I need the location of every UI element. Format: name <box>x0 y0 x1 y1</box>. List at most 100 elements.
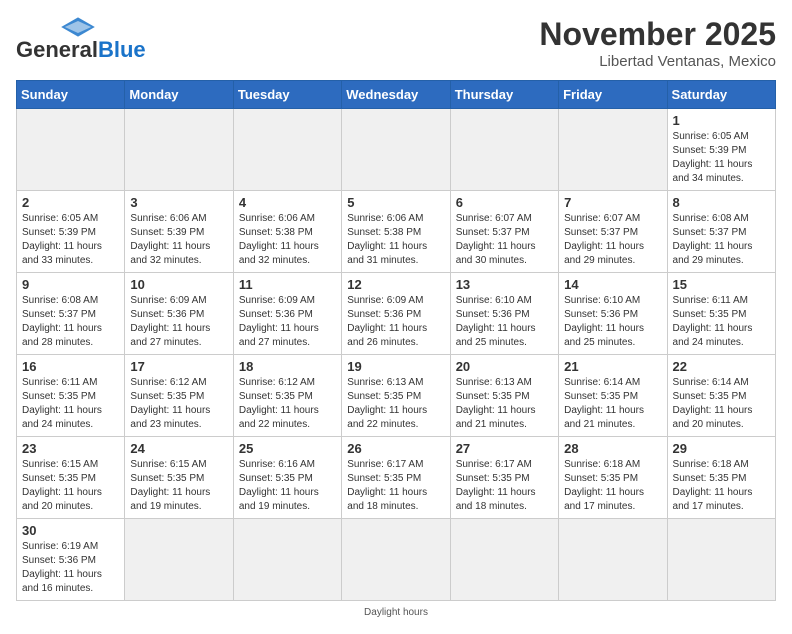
day-info: Sunrise: 6:12 AM Sunset: 5:35 PM Dayligh… <box>130 376 227 432</box>
day-info: Sunrise: 6:13 AM Sunset: 5:35 PM Dayligh… <box>456 376 553 432</box>
calendar-cell: 3Sunrise: 6:06 AM Sunset: 5:39 PM Daylig… <box>125 191 233 273</box>
calendar-cell: 20 Sunrise: 6:13 AM Sunset: 5:35 PM Dayli… <box>450 355 558 437</box>
calendar-cell <box>667 519 775 601</box>
calendar-cell <box>125 519 233 601</box>
weekday-header-friday: Friday <box>559 81 667 109</box>
day-info: Sunrise: 6:06 AM Sunset: 5:39 PM Dayligh… <box>130 212 227 268</box>
day-info: Sunrise: 6:11 AM Sunset: 5:35 PM Dayligh… <box>673 294 770 350</box>
footer-note: Daylight hours <box>16 607 776 618</box>
calendar-cell: 26 Sunrise: 6:17 AM Sunset: 5:35 PM Dayli… <box>342 437 450 519</box>
day-number: 9 <box>22 277 119 292</box>
calendar-cell: 6Sunrise: 6:07 AM Sunset: 5:37 PM Daylig… <box>450 191 558 273</box>
calendar-cell: 19Sunrise: 6:13 AM Sunset: 5:35 PM Dayli… <box>342 355 450 437</box>
general-blue-icon <box>60 16 96 38</box>
calendar-cell: 22 Sunrise: 6:14 AM Sunset: 5:35 PM Dayli… <box>667 355 775 437</box>
calendar-cell: 15 Sunrise: 6:11 AM Sunset: 5:35 PM Dayli… <box>667 273 775 355</box>
day-number: 15 <box>673 277 770 292</box>
day-info: Sunrise: 6:14 AM Sunset: 5:35 PM Dayligh… <box>673 376 770 432</box>
calendar-week-row: 16 Sunrise: 6:11 AM Sunset: 5:35 PM Dayli… <box>17 355 776 437</box>
day-number: 16 <box>22 359 119 374</box>
day-number: 19 <box>347 359 444 374</box>
calendar-cell: 29Sunrise: 6:18 AM Sunset: 5:35 PM Dayli… <box>667 437 775 519</box>
calendar-cell: 21 Sunrise: 6:14 AM Sunset: 5:35 PM Dayli… <box>559 355 667 437</box>
calendar-cell: 17Sunrise: 6:12 AM Sunset: 5:35 PM Dayli… <box>125 355 233 437</box>
calendar-cell: 2Sunrise: 6:05 AM Sunset: 5:39 PM Daylig… <box>17 191 125 273</box>
calendar-week-row: 2Sunrise: 6:05 AM Sunset: 5:39 PM Daylig… <box>17 191 776 273</box>
day-info: Sunrise: 6:15 AM Sunset: 5:35 PM Dayligh… <box>130 458 227 514</box>
calendar-cell: 13 Sunrise: 6:10 AM Sunset: 5:36 PM Dayli… <box>450 273 558 355</box>
day-number: 24 <box>130 441 227 456</box>
calendar-cell: 10Sunrise: 6:09 AM Sunset: 5:36 PM Dayli… <box>125 273 233 355</box>
day-number: 22 <box>673 359 770 374</box>
calendar-cell <box>17 109 125 191</box>
day-info: Sunrise: 6:10 AM Sunset: 5:36 PM Dayligh… <box>564 294 661 350</box>
logo: GeneralBlue <box>16 16 146 62</box>
calendar-cell <box>559 109 667 191</box>
weekday-header-row: SundayMondayTuesdayWednesdayThursdayFrid… <box>17 81 776 109</box>
weekday-header-wednesday: Wednesday <box>342 81 450 109</box>
day-number: 8 <box>673 195 770 210</box>
calendar-cell: 9 Sunrise: 6:08 AM Sunset: 5:37 PM Daylig… <box>17 273 125 355</box>
weekday-header-saturday: Saturday <box>667 81 775 109</box>
day-number: 13 <box>456 277 553 292</box>
calendar-cell: 28Sunrise: 6:18 AM Sunset: 5:35 PM Dayli… <box>559 437 667 519</box>
day-number: 18 <box>239 359 336 374</box>
day-info: Sunrise: 6:12 AM Sunset: 5:35 PM Dayligh… <box>239 376 336 432</box>
day-info: Sunrise: 6:18 AM Sunset: 5:35 PM Dayligh… <box>673 458 770 514</box>
day-info: Sunrise: 6:11 AM Sunset: 5:35 PM Dayligh… <box>22 376 119 432</box>
day-info: Sunrise: 6:06 AM Sunset: 5:38 PM Dayligh… <box>347 212 444 268</box>
day-number: 4 <box>239 195 336 210</box>
calendar-cell: 1Sunrise: 6:05 AM Sunset: 5:39 PM Daylig… <box>667 109 775 191</box>
calendar-cell: 27 Sunrise: 6:17 AM Sunset: 5:35 PM Dayli… <box>450 437 558 519</box>
day-number: 2 <box>22 195 119 210</box>
calendar-cell <box>233 519 341 601</box>
calendar-cell <box>125 109 233 191</box>
calendar-cell: 12 Sunrise: 6:09 AM Sunset: 5:36 PM Dayli… <box>342 273 450 355</box>
location-subtitle: Libertad Ventanas, Mexico <box>539 53 776 70</box>
calendar-cell: 11Sunrise: 6:09 AM Sunset: 5:36 PM Dayli… <box>233 273 341 355</box>
day-number: 10 <box>130 277 227 292</box>
day-info: Sunrise: 6:06 AM Sunset: 5:38 PM Dayligh… <box>239 212 336 268</box>
day-number: 27 <box>456 441 553 456</box>
calendar-week-row: 30Sunrise: 6:19 AM Sunset: 5:36 PM Dayli… <box>17 519 776 601</box>
weekday-header-tuesday: Tuesday <box>233 81 341 109</box>
calendar-cell: 4 Sunrise: 6:06 AM Sunset: 5:38 PM Daylig… <box>233 191 341 273</box>
weekday-header-sunday: Sunday <box>17 81 125 109</box>
day-number: 28 <box>564 441 661 456</box>
day-number: 21 <box>564 359 661 374</box>
calendar-cell <box>233 109 341 191</box>
logo-text: GeneralBlue <box>16 38 146 62</box>
day-number: 1 <box>673 113 770 128</box>
calendar-cell <box>450 519 558 601</box>
day-number: 23 <box>22 441 119 456</box>
day-number: 26 <box>347 441 444 456</box>
calendar-cell <box>559 519 667 601</box>
day-number: 25 <box>239 441 336 456</box>
header: GeneralBlue November 2025 Libertad Venta… <box>16 16 776 70</box>
calendar-week-row: 23 Sunrise: 6:15 AM Sunset: 5:35 PM Dayli… <box>17 437 776 519</box>
day-info: Sunrise: 6:17 AM Sunset: 5:35 PM Dayligh… <box>347 458 444 514</box>
month-title: November 2025 <box>539 16 776 53</box>
calendar-cell <box>342 109 450 191</box>
calendar-cell: 7Sunrise: 6:07 AM Sunset: 5:37 PM Daylig… <box>559 191 667 273</box>
calendar-cell: 24 Sunrise: 6:15 AM Sunset: 5:35 PM Dayli… <box>125 437 233 519</box>
day-number: 5 <box>347 195 444 210</box>
day-info: Sunrise: 6:17 AM Sunset: 5:35 PM Dayligh… <box>456 458 553 514</box>
day-number: 6 <box>456 195 553 210</box>
title-area: November 2025 Libertad Ventanas, Mexico <box>539 16 776 70</box>
day-info: Sunrise: 6:09 AM Sunset: 5:36 PM Dayligh… <box>239 294 336 350</box>
day-info: Sunrise: 6:08 AM Sunset: 5:37 PM Dayligh… <box>22 294 119 350</box>
day-info: Sunrise: 6:09 AM Sunset: 5:36 PM Dayligh… <box>347 294 444 350</box>
day-info: Sunrise: 6:07 AM Sunset: 5:37 PM Dayligh… <box>564 212 661 268</box>
day-info: Sunrise: 6:14 AM Sunset: 5:35 PM Dayligh… <box>564 376 661 432</box>
day-info: Sunrise: 6:19 AM Sunset: 5:36 PM Dayligh… <box>22 540 119 596</box>
day-info: Sunrise: 6:10 AM Sunset: 5:36 PM Dayligh… <box>456 294 553 350</box>
day-number: 20 <box>456 359 553 374</box>
calendar-table: SundayMondayTuesdayWednesdayThursdayFrid… <box>16 80 776 601</box>
calendar-cell: 16 Sunrise: 6:11 AM Sunset: 5:35 PM Dayli… <box>17 355 125 437</box>
calendar-week-row: 1Sunrise: 6:05 AM Sunset: 5:39 PM Daylig… <box>17 109 776 191</box>
day-info: Sunrise: 6:08 AM Sunset: 5:37 PM Dayligh… <box>673 212 770 268</box>
calendar-week-row: 9 Sunrise: 6:08 AM Sunset: 5:37 PM Daylig… <box>17 273 776 355</box>
calendar-cell: 5 Sunrise: 6:06 AM Sunset: 5:38 PM Daylig… <box>342 191 450 273</box>
day-number: 12 <box>347 277 444 292</box>
